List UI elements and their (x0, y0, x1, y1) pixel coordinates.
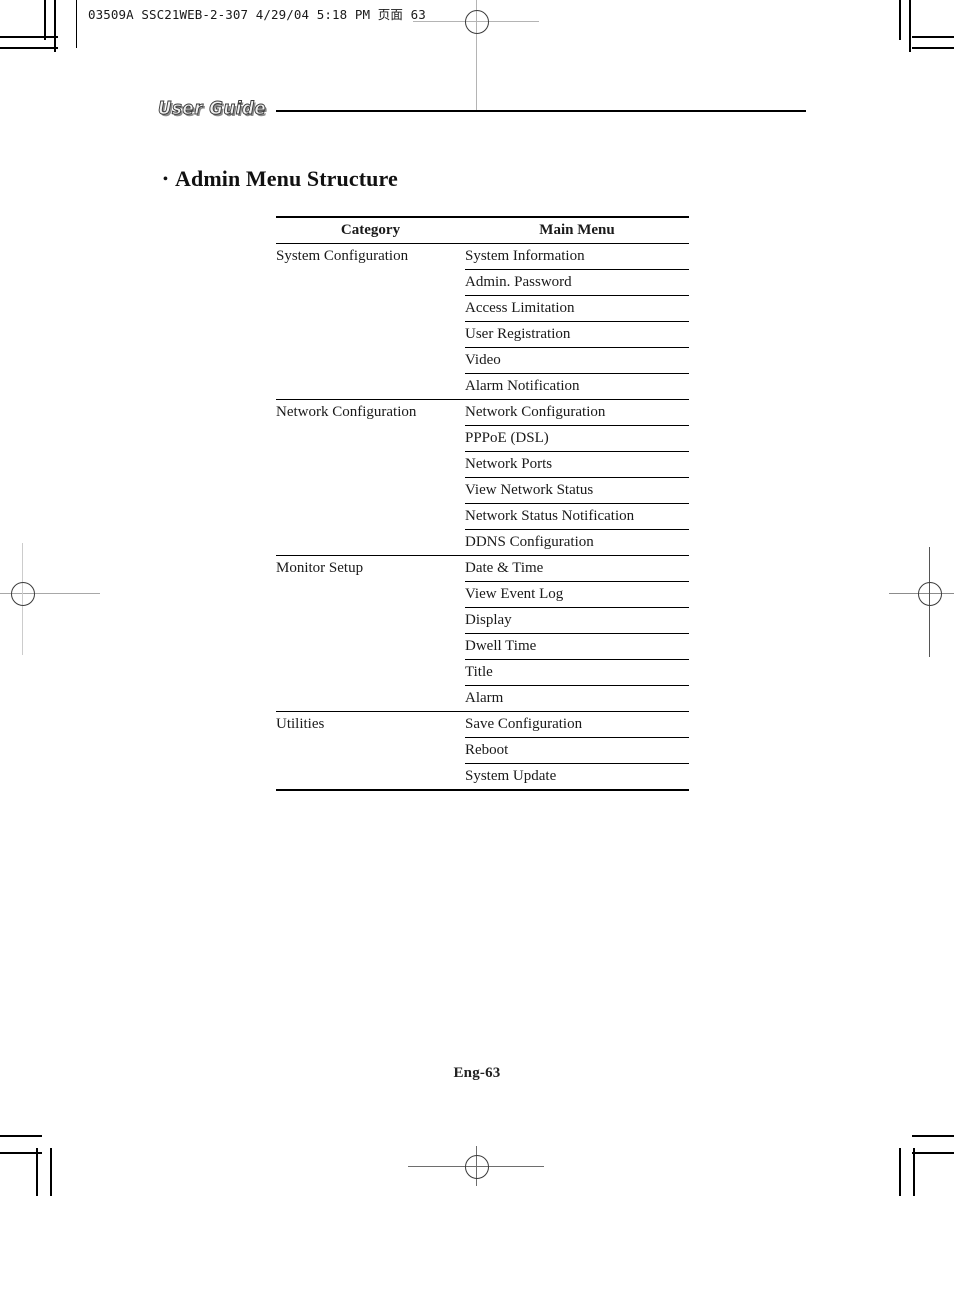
page-title-text: Admin Menu Structure (175, 166, 398, 191)
main-menu-cell: Alarm (465, 685, 689, 712)
table-body: System Configuration System Information Ad… (276, 243, 689, 791)
table-row: Utilities Save Configuration (276, 711, 689, 791)
main-menu-cell: Admin. Password (465, 269, 689, 296)
page-footer: Eng-63 (453, 1065, 501, 1081)
admin-menu-structure-table: Category Main Menu System Configuration S… (276, 216, 689, 791)
menu-table-element: Category Main Menu System Configuration S… (276, 216, 689, 791)
running-head-rule (276, 110, 806, 112)
crop-mark-top-left-h1 (0, 36, 58, 38)
table-row: System Configuration System Information (276, 243, 689, 400)
main-menu-cell: DDNS Configuration (465, 529, 689, 556)
table-header-row: Category Main Menu (276, 216, 689, 244)
main-menu-cell: Save Configuration (465, 711, 689, 738)
main-menu-cell: Access Limitation (465, 295, 689, 322)
crop-mark-top-right-v1 (899, 0, 901, 40)
crop-mark-bottom-right-v1 (899, 1148, 901, 1196)
registration-circle (918, 582, 942, 606)
category-cell: Monitor Setup (276, 555, 465, 712)
crop-mark-bottom-right-h1 (912, 1135, 954, 1137)
crop-mark-bottom-left-h1 (0, 1135, 42, 1137)
main-menu-cell: System Update (465, 763, 689, 791)
main-menu-cell: View Event Log (465, 581, 689, 608)
crop-mark-top-left-h2 (0, 47, 58, 49)
running-head: User Guide (158, 98, 808, 124)
main-menu-cell: Date & Time (465, 555, 689, 582)
main-menu-cell: PPPoE (DSL) (465, 425, 689, 452)
main-menu-cell: User Registration (465, 321, 689, 348)
main-menu-cell: Network Status Notification (465, 503, 689, 530)
main-menu-cell: Network Configuration (465, 399, 689, 426)
table-trailing-rule (276, 789, 689, 791)
crop-mark-top-right-h1 (912, 36, 954, 38)
crop-mark-top-right-h2 (912, 47, 954, 49)
print-slug-cjk: 页面 (377, 7, 403, 22)
table-header: Category Main Menu (276, 216, 689, 244)
main-menu-cell: View Network Status (465, 477, 689, 504)
print-slug: 03509A SSC21WEB-2-307 4/29/04 5:18 PM 页面… (88, 4, 426, 23)
bullet-icon: • (163, 172, 169, 187)
main-menu-cell: Alarm Notification (465, 373, 689, 400)
main-menu-cell: Display (465, 607, 689, 634)
table-row: Monitor Setup Date & Time (276, 555, 689, 712)
table-row: Network Configuration Network Configurati… (276, 399, 689, 556)
registration-circle (11, 582, 35, 606)
running-head-label: User Guide (158, 98, 267, 120)
registration-circle (465, 10, 489, 34)
category-cell: System Configuration (276, 243, 465, 400)
column-header-category: Category (276, 216, 465, 244)
print-slug-page-number: 63 (402, 7, 426, 22)
crop-mark-top-right-v2 (909, 0, 911, 52)
crop-mark-bottom-right-h2 (912, 1152, 954, 1154)
crop-mark-top-left-v2 (54, 0, 56, 52)
main-menu-cell: Reboot (465, 737, 689, 764)
crop-mark-bottom-left-v1 (36, 1148, 38, 1196)
category-cell: Utilities (276, 711, 465, 791)
crop-mark-bottom-right-v2 (913, 1148, 915, 1196)
crop-mark-bottom-left-v2 (50, 1148, 52, 1196)
main-menu-cell: System Information (465, 243, 689, 270)
print-slug-prefix: 03509A SSC21WEB-2-307 4/29/04 5:18 PM (88, 7, 378, 22)
page-edge-rule-left (76, 0, 77, 48)
registration-circle (465, 1155, 489, 1179)
crop-mark-top-left-v1 (44, 0, 46, 40)
main-menu-cell: Dwell Time (465, 633, 689, 660)
column-header-main-menu: Main Menu (465, 216, 689, 244)
main-menu-cell: Video (465, 347, 689, 374)
page-title: • Admin Menu Structure (163, 166, 398, 192)
category-cell: Network Configuration (276, 399, 465, 556)
main-menu-cell: Network Ports (465, 451, 689, 478)
main-menu-cell: Title (465, 659, 689, 686)
